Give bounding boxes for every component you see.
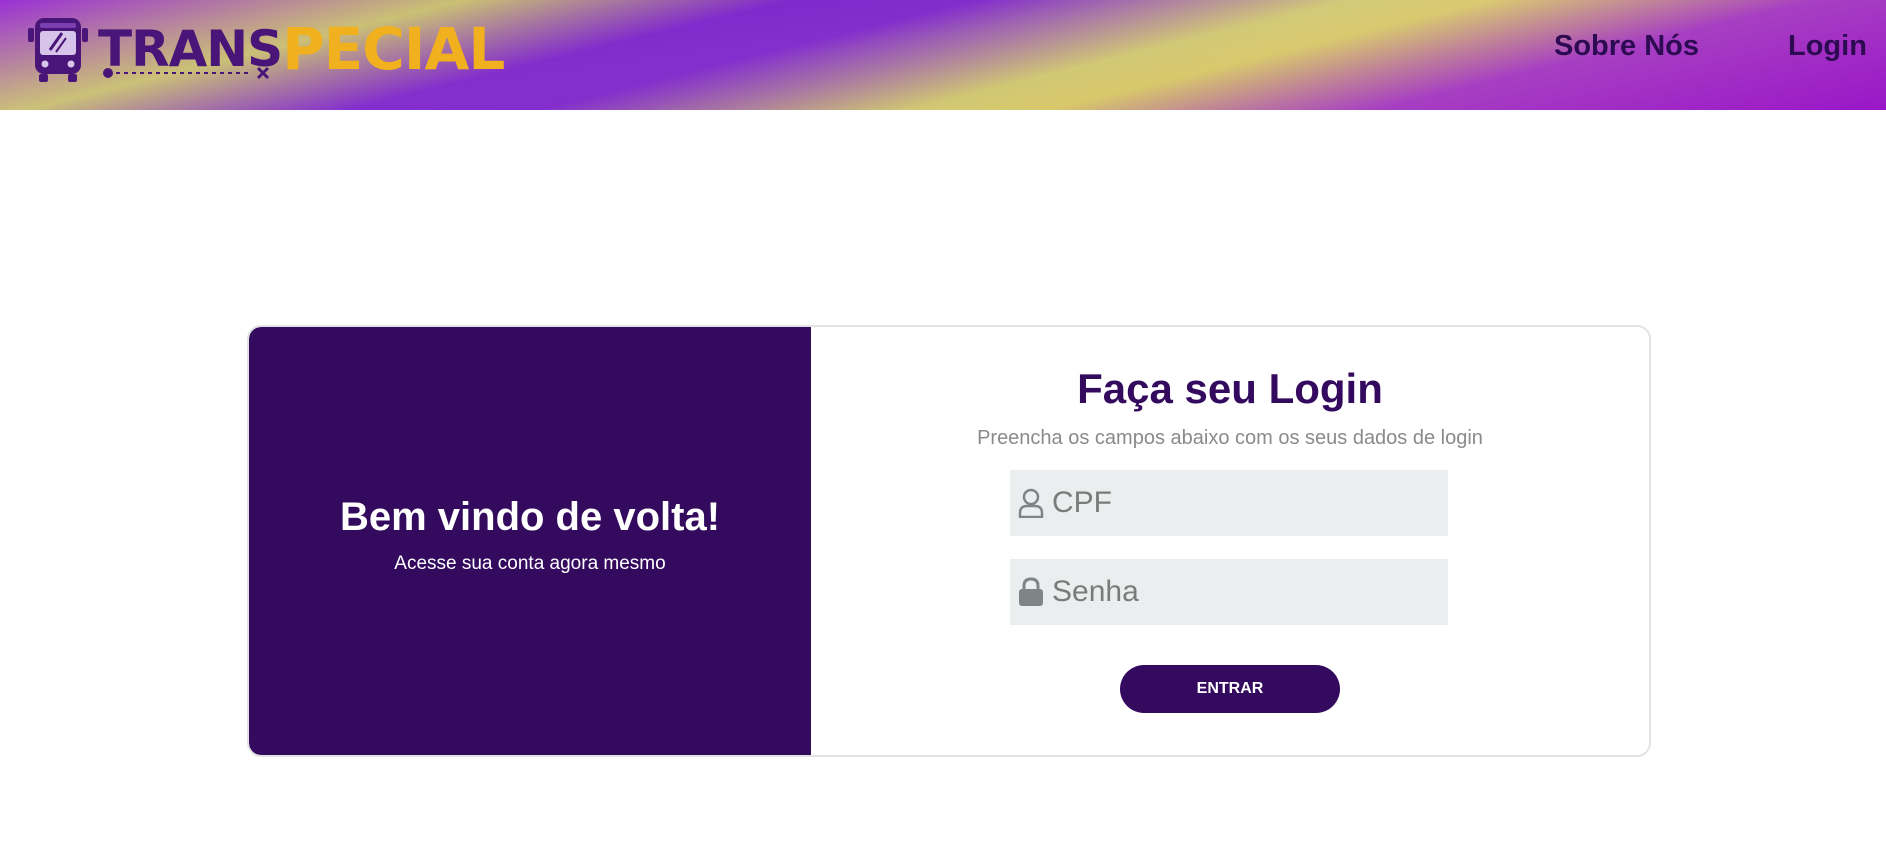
lock-icon [1016,576,1046,608]
cpf-input[interactable] [1052,486,1432,520]
brand-logo[interactable]: TRANS PECIAL [26,12,505,86]
header-bar: TRANS PECIAL Sobre Nós Login [0,0,1886,110]
user-icon [1016,487,1046,519]
bus-icon [28,18,88,82]
login-title: Faça seu Login [1077,365,1383,412]
cpf-field[interactable] [1010,470,1448,536]
brand-wordmark: TRANS PECIAL [98,12,505,86]
route-line-icon [103,66,270,80]
welcome-panel: Bem vindo de volta! Acesse sua conta ago… [249,327,811,755]
nav-login-link[interactable]: Login [1788,30,1867,63]
welcome-subtitle: Acesse sua conta agora mesmo [394,553,666,574]
submit-login-button[interactable]: ENTRAR [1120,665,1340,713]
welcome-title: Bem vindo de volta! [339,495,721,539]
login-subtitle: Preencha os campos abaixo com os seus da… [977,427,1483,449]
password-field[interactable] [1010,559,1448,625]
brand-name-part2: PECIAL [282,15,505,83]
password-input[interactable] [1052,575,1432,609]
nav-about-link[interactable]: Sobre Nós [1554,30,1699,63]
login-card: Bem vindo de volta! Acesse sua conta ago… [247,325,1651,757]
